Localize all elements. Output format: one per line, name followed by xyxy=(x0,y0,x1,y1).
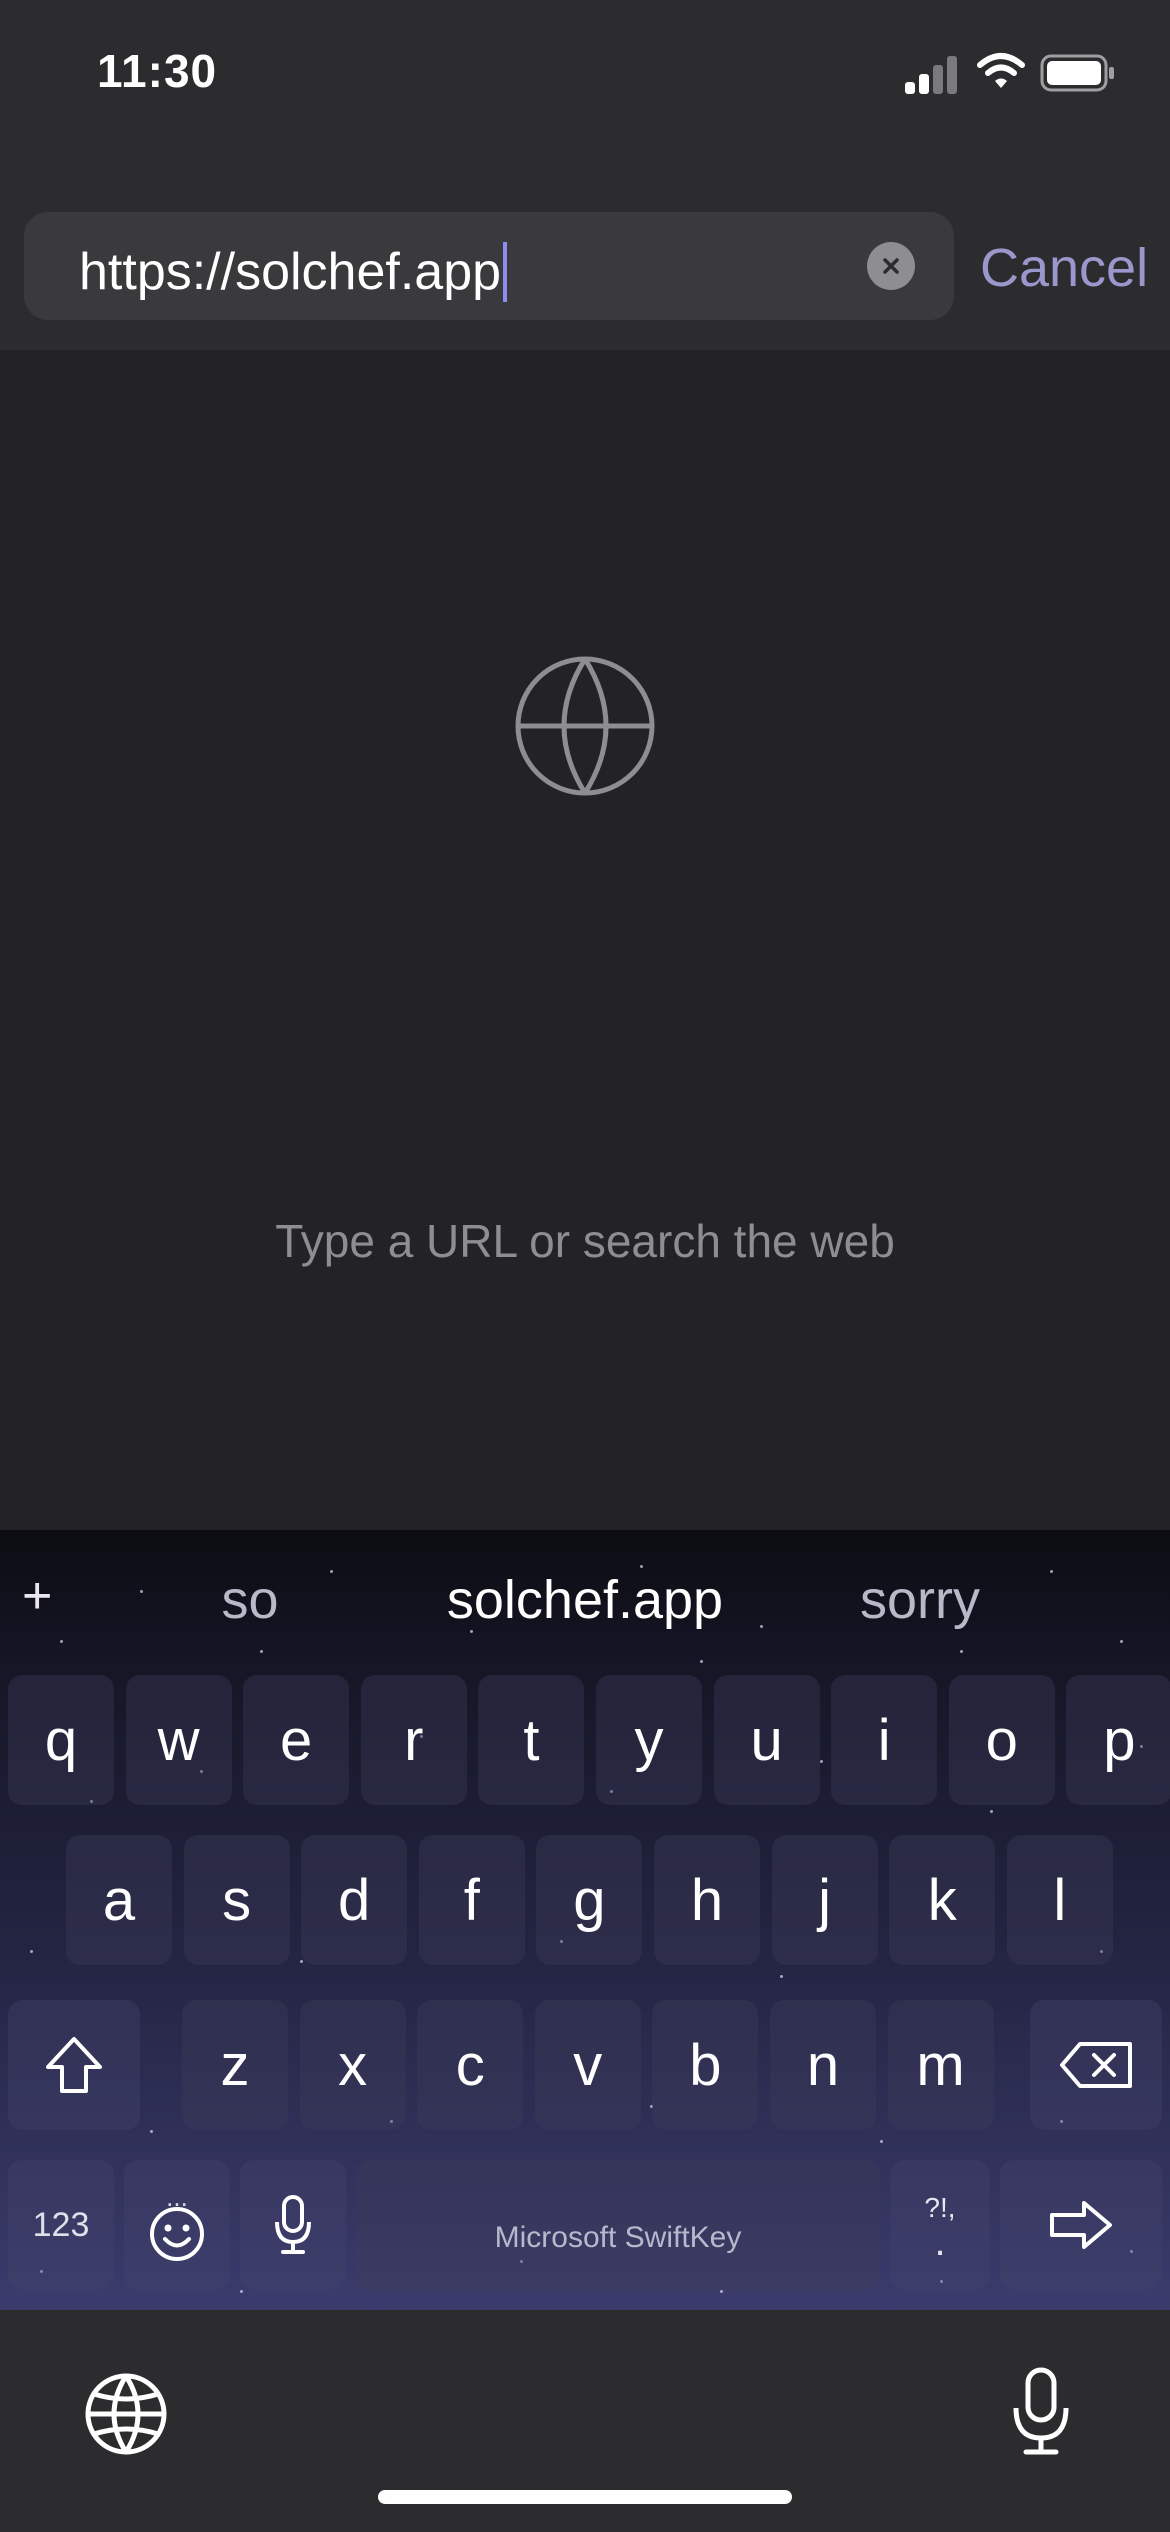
keyboard-star-decoration xyxy=(330,1570,333,1573)
letter-key[interactable]: f xyxy=(418,1835,525,1965)
go-key[interactable] xyxy=(1000,2160,1162,2290)
punctuation-bottom: . xyxy=(934,2220,946,2264)
empty-state-panel xyxy=(0,350,1170,1530)
url-bar-area: https://solchef.app Cancel xyxy=(0,150,1170,350)
browser-screen: 11:30 https://solchef.app Cancel Type a … xyxy=(0,0,1170,2532)
letter-key[interactable]: c xyxy=(417,2000,524,2130)
punctuation-key[interactable]: ?!, . xyxy=(890,2160,990,2290)
letter-key[interactable]: v xyxy=(534,2000,641,2130)
letter-key[interactable]: e xyxy=(243,1675,350,1805)
status-time: 11:30 xyxy=(97,45,218,97)
letter-key[interactable]: s xyxy=(183,1835,290,1965)
space-key-label: Microsoft SwiftKey xyxy=(494,2221,742,2254)
letter-key[interactable]: a xyxy=(66,1835,172,1965)
text-caret xyxy=(503,242,508,302)
shift-arrow-icon xyxy=(46,2037,102,2093)
letter-key[interactable]: p xyxy=(1066,1675,1170,1805)
home-indicator[interactable] xyxy=(378,2490,792,2504)
letter-key[interactable]: t xyxy=(478,1675,585,1805)
keyboard-star-decoration xyxy=(260,1650,263,1653)
url-input[interactable]: https://solchef.app xyxy=(24,212,954,320)
letter-key[interactable]: n xyxy=(770,2000,876,2130)
keyboard-switch-globe-icon[interactable] xyxy=(84,2372,168,2456)
empty-state-message: Type a URL or search the web xyxy=(275,1215,895,1267)
emoji-key[interactable]: ... xyxy=(124,2160,230,2290)
keyboard-star-decoration xyxy=(960,1650,963,1653)
letter-key[interactable]: j xyxy=(771,1835,878,1965)
microphone-icon xyxy=(275,2195,311,2254)
letter-key[interactable]: i xyxy=(831,1675,938,1805)
numbers-key[interactable]: 123 xyxy=(8,2160,114,2290)
keyboard-star-decoration xyxy=(780,1975,783,1978)
keyboard-star-decoration xyxy=(760,1625,763,1628)
battery-icon xyxy=(1040,54,1114,92)
letter-key[interactable]: o xyxy=(948,1675,1055,1805)
go-arrow-icon xyxy=(1050,2201,1112,2249)
keyboard-star-decoration xyxy=(240,2290,243,2293)
wifi-icon xyxy=(977,53,1025,88)
keyboard-star-decoration xyxy=(140,1590,143,1593)
emoji-more-dots: ... xyxy=(166,2182,188,2212)
dictation-key[interactable] xyxy=(240,2160,346,2290)
clear-x-icon[interactable] xyxy=(867,242,915,290)
shift-key[interactable] xyxy=(8,2000,140,2130)
toolbar-plus-button[interactable]: + xyxy=(22,1570,52,1622)
keyboard-star-decoration xyxy=(990,1810,993,1813)
letter-key[interactable]: h xyxy=(654,1835,760,1965)
letter-key[interactable]: q xyxy=(8,1675,114,1805)
letter-key[interactable]: m xyxy=(887,2000,994,2130)
cellular-signal-icon xyxy=(905,54,959,94)
keyboard-star-decoration xyxy=(700,1660,703,1663)
keyboard-star-decoration xyxy=(30,1950,33,1953)
keyboard-star-decoration xyxy=(300,1960,303,1963)
letter-key[interactable]: b xyxy=(652,2000,759,2130)
letter-key[interactable]: l xyxy=(1006,1835,1113,1965)
keyboard-star-decoration xyxy=(720,2290,723,2293)
letter-key[interactable]: d xyxy=(301,1835,408,1965)
letter-key[interactable]: z xyxy=(182,2000,288,2130)
keyboard-star-decoration xyxy=(60,1640,63,1643)
bottom-bar xyxy=(0,2310,1170,2532)
keyboard-star-decoration xyxy=(640,1565,643,1568)
letter-key[interactable]: r xyxy=(360,1675,467,1805)
backspace-key[interactable] xyxy=(1030,2000,1162,2130)
letter-key[interactable]: g xyxy=(536,1835,643,1965)
letter-key[interactable]: w xyxy=(125,1675,232,1805)
keyboard-star-decoration xyxy=(1120,1640,1123,1643)
letter-key[interactable]: y xyxy=(596,1675,702,1805)
cancel-button[interactable]: Cancel xyxy=(980,237,1148,299)
keyboard-star-decoration xyxy=(820,1760,823,1763)
keyboard-star-decoration xyxy=(880,2140,883,2143)
backspace-icon xyxy=(1060,2042,1132,2088)
status-bar: 11:30 xyxy=(0,0,1170,150)
suggestion-left[interactable]: so xyxy=(190,1570,310,1630)
letter-key[interactable]: x xyxy=(299,2000,406,2130)
suggestion-right[interactable]: sorry xyxy=(830,1570,1010,1630)
keyboard-star-decoration xyxy=(1050,1570,1053,1573)
suggestion-center[interactable]: solchef.app xyxy=(410,1570,760,1630)
url-input-value: https://solchef.app xyxy=(79,243,502,301)
keyboard-star-decoration xyxy=(470,1630,473,1633)
keyboard-star-decoration xyxy=(150,2130,153,2133)
letter-key[interactable]: u xyxy=(713,1675,820,1805)
smiley-icon xyxy=(150,2207,204,2261)
microphone-icon[interactable] xyxy=(1010,2366,1072,2458)
keyboard: + so solchef.app sorry qwertyuiop asdfgh… xyxy=(0,1530,1170,2310)
globe-icon xyxy=(515,656,655,796)
letter-key[interactable]: k xyxy=(889,1835,996,1965)
space-key[interactable]: Microsoft SwiftKey xyxy=(356,2160,880,2290)
